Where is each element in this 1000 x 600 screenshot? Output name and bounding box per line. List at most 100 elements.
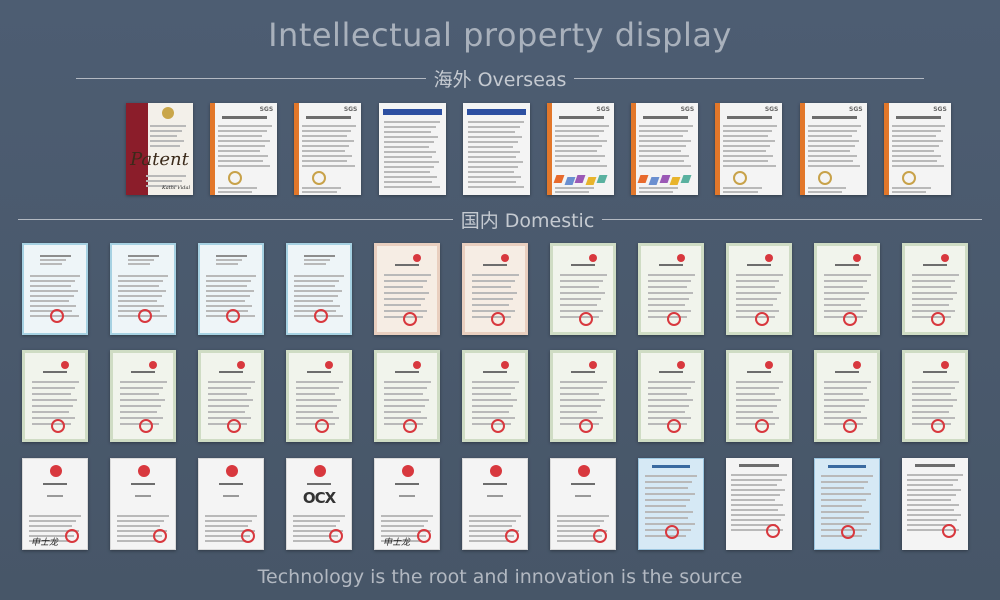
signature: 申士龙	[383, 538, 411, 548]
certificate-thumbnail[interactable]: SGS	[547, 103, 614, 195]
text-line	[302, 191, 337, 193]
text-line	[472, 304, 509, 306]
text-line	[645, 481, 693, 483]
certificate-thumbnail[interactable]: Patent Kathi Vidal	[126, 103, 193, 195]
text-line	[150, 125, 187, 127]
signature: Kathi Vidal	[162, 185, 191, 191]
text-line	[891, 155, 942, 157]
text-line	[555, 140, 607, 142]
text-line	[384, 280, 427, 282]
certificate-thumbnail[interactable]	[638, 458, 704, 550]
blue-header-band	[382, 109, 442, 115]
doc-title-bar	[747, 371, 771, 373]
text-line	[907, 514, 962, 516]
certificate-thumbnail[interactable]	[374, 350, 440, 442]
certificate-thumbnail[interactable]	[378, 103, 446, 195]
text-line	[824, 310, 868, 312]
certificate-thumbnail[interactable]	[462, 350, 528, 442]
red-seal-icon	[843, 312, 857, 326]
text-line	[648, 298, 689, 300]
trademark-name	[575, 495, 591, 497]
certificate-thumbnail[interactable]: SGS	[210, 103, 278, 195]
section-header-overseas: 海外 Overseas	[0, 66, 1000, 91]
certificate-thumbnail[interactable]	[374, 243, 440, 335]
text-line	[648, 280, 691, 282]
certificate-thumbnail[interactable]	[110, 458, 176, 550]
text-line	[723, 135, 768, 137]
certificate-thumbnail[interactable]: 申士龙	[374, 458, 440, 550]
certificate-thumbnail[interactable]	[726, 350, 792, 442]
certificate-thumbnail[interactable]	[550, 243, 616, 335]
certificate-thumbnail[interactable]	[22, 350, 88, 442]
certificate-thumbnail[interactable]	[550, 350, 616, 442]
certificate-thumbnail[interactable]	[462, 103, 530, 195]
certificate-thumbnail[interactable]	[462, 243, 528, 335]
certificate-thumbnail[interactable]	[198, 458, 264, 550]
sgs-logo: SGS	[259, 106, 274, 113]
text-line	[296, 405, 337, 407]
certificate-thumbnail[interactable]	[814, 458, 880, 550]
text-line	[736, 405, 777, 407]
text-line	[302, 125, 357, 127]
certificate-thumbnail[interactable]	[198, 350, 264, 442]
text-line	[468, 181, 517, 183]
certificate-thumbnail[interactable]: 申士龙	[22, 458, 88, 550]
certificate-thumbnail[interactable]	[902, 350, 968, 442]
certificate-thumbnail[interactable]	[638, 243, 704, 335]
certificate-thumbnail[interactable]: SGS	[631, 103, 699, 195]
certificate-thumbnail[interactable]	[726, 458, 792, 550]
red-emblem-icon	[149, 361, 157, 369]
text-line	[384, 274, 431, 276]
certificate-thumbnail[interactable]	[110, 243, 176, 335]
doc-title-bar	[483, 483, 507, 485]
red-seal-icon	[579, 312, 593, 326]
text-line	[383, 151, 437, 153]
certificate-thumbnail[interactable]	[462, 458, 528, 550]
text-line	[302, 145, 350, 147]
national-emblem-icon	[314, 465, 326, 477]
chart-bar	[680, 175, 692, 183]
certificate-thumbnail[interactable]	[726, 243, 792, 335]
certificate-thumbnail[interactable]	[110, 350, 176, 442]
text-line	[821, 493, 871, 495]
certificate-thumbnail[interactable]	[198, 243, 264, 335]
text-line	[912, 280, 955, 282]
certificate-thumbnail[interactable]	[286, 350, 352, 442]
text-line	[293, 525, 336, 527]
chart-bar	[575, 175, 586, 183]
certificate-thumbnail[interactable]	[22, 243, 88, 335]
red-seal-icon	[138, 309, 152, 323]
certificate-thumbnail[interactable]	[550, 458, 616, 550]
doc-title-bar	[559, 116, 604, 119]
text-line	[736, 411, 773, 413]
certificate-thumbnail[interactable]: SGS	[799, 103, 867, 195]
text-line	[723, 130, 773, 132]
text-line	[648, 399, 694, 401]
red-seal-icon	[51, 419, 65, 433]
certificate-thumbnail[interactable]: SGS	[294, 103, 362, 195]
certificate-thumbnail[interactable]	[638, 350, 704, 442]
certificate-thumbnail[interactable]: SGS	[883, 103, 951, 195]
red-seal-icon	[593, 529, 607, 543]
text-line	[150, 140, 185, 142]
text-line	[120, 381, 167, 383]
certificate-thumbnail[interactable]	[814, 243, 880, 335]
doc-title-bar	[395, 483, 419, 485]
text-line	[560, 405, 601, 407]
certificate-thumbnail[interactable]	[286, 243, 352, 335]
section-label-domestic: 国内 Domestic	[460, 209, 595, 232]
certificate-thumbnail[interactable]: SGS	[715, 103, 783, 195]
text-line	[736, 292, 782, 294]
text-line	[557, 520, 605, 522]
certificate-thumbnail[interactable]	[902, 458, 968, 550]
text-line	[560, 280, 603, 282]
certificate-thumbnail[interactable]: OCX	[286, 458, 352, 550]
text-line	[120, 411, 157, 413]
text-line	[736, 399, 782, 401]
certificate-thumbnail[interactable]	[814, 350, 880, 442]
text-line	[383, 131, 431, 133]
text-line	[205, 525, 248, 527]
text-line	[639, 135, 684, 137]
certificate-thumbnail[interactable]	[902, 243, 968, 335]
text-line	[560, 292, 606, 294]
